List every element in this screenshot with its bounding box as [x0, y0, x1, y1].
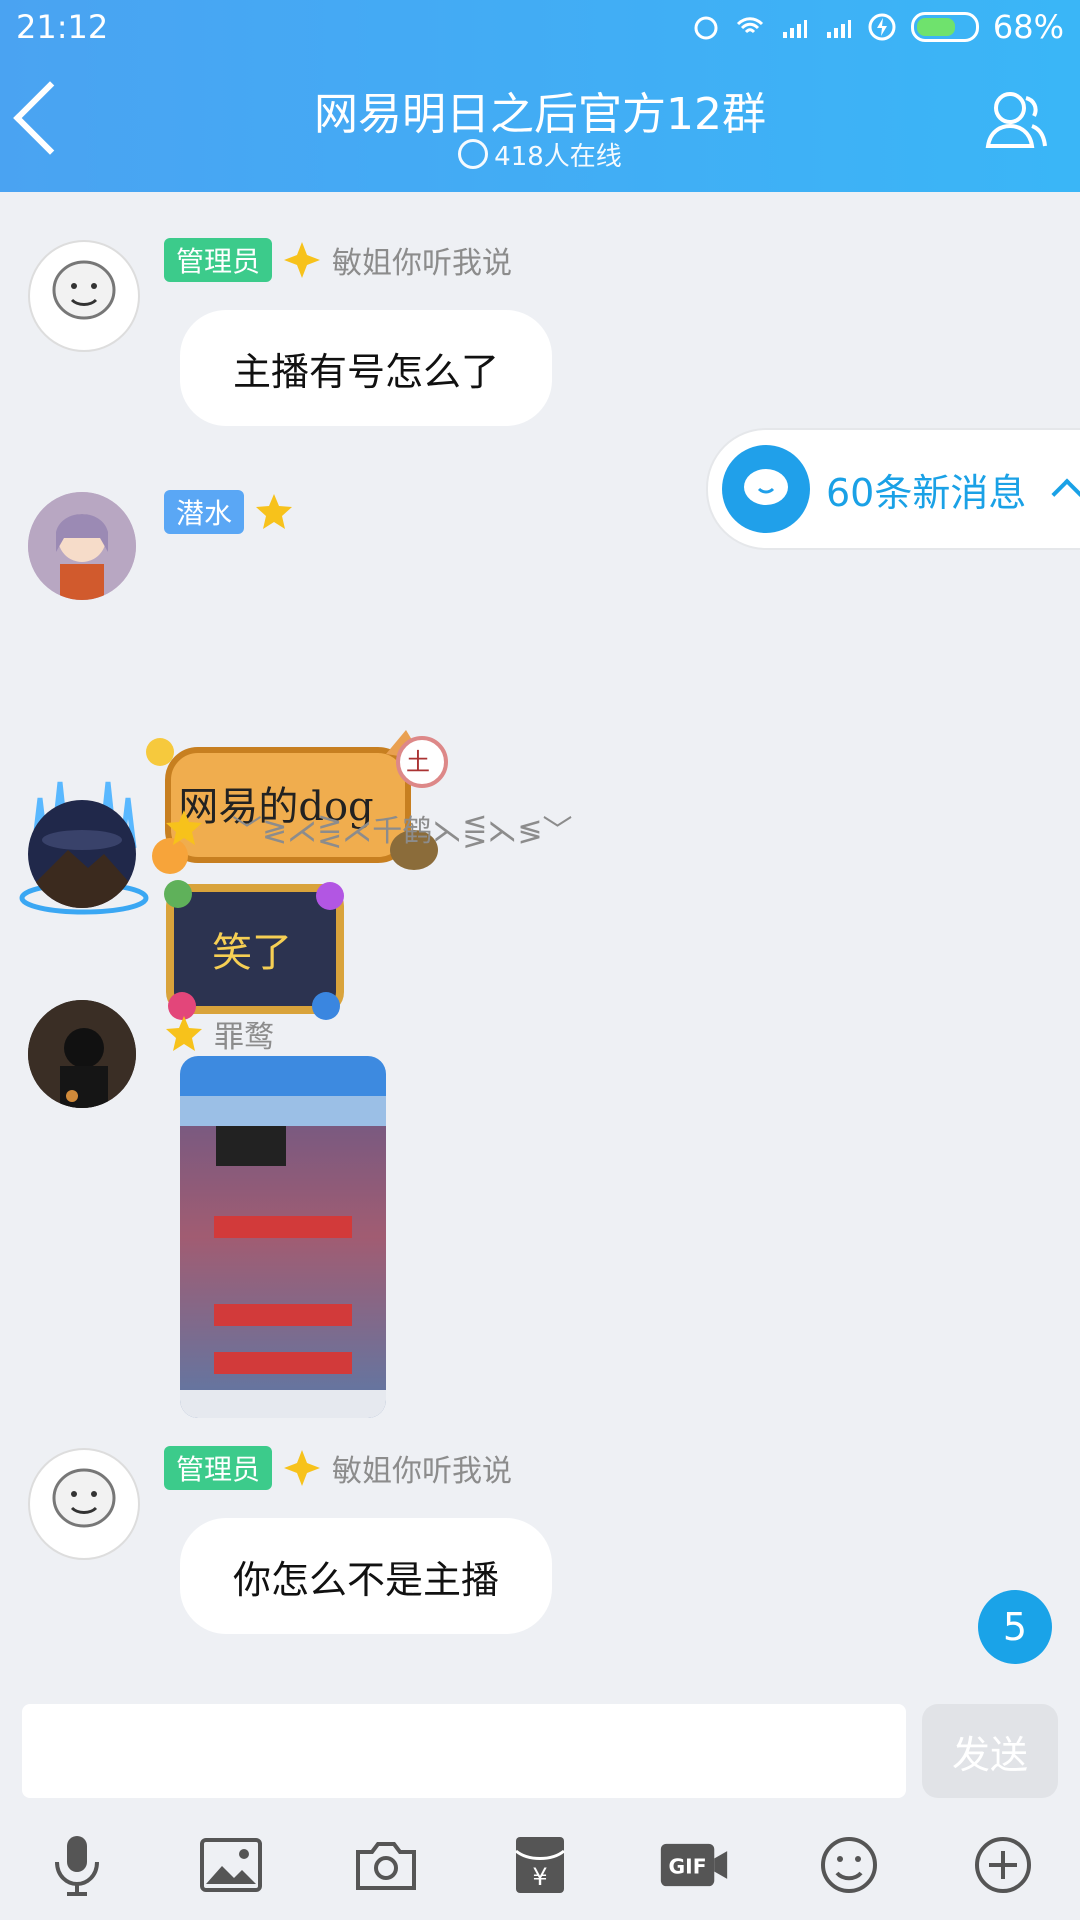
- sender-meta: 管理员 敏姐你听我说: [164, 1446, 512, 1490]
- online-icon: [458, 139, 489, 169]
- star-icon: [166, 810, 202, 845]
- avatar[interactable]: [28, 1000, 136, 1108]
- group-title: 网易明日之后官方12群: [314, 89, 766, 140]
- unread-count-badge[interactable]: 5: [978, 1590, 1052, 1664]
- status-time: 21:12: [16, 8, 109, 46]
- new-messages-pill[interactable]: 60条新消息: [706, 428, 1080, 550]
- message-bubble[interactable]: 你怎么不是主播: [180, 1518, 552, 1634]
- alarm-icon: [694, 16, 718, 40]
- chevron-up-icon: [1051, 478, 1080, 510]
- svg-text:¥: ¥: [532, 1863, 547, 1891]
- anime-avatar-icon: [28, 492, 136, 600]
- online-count: 418人在线: [0, 136, 1080, 173]
- send-button[interactable]: 发送: [922, 1704, 1058, 1798]
- chat-area[interactable]: 管理员 敏姐你听我说 主播有号怎么了 60条新消息 潜水 土 网易的dog ﹀≷…: [0, 192, 1080, 1700]
- sparkle-icon: [284, 242, 321, 278]
- laugh-sticker[interactable]: 笑了: [160, 874, 350, 1024]
- avatar[interactable]: [28, 800, 136, 908]
- gif-icon[interactable]: GIF: [659, 1830, 729, 1900]
- avatar[interactable]: [28, 1448, 140, 1560]
- battery-icon: [910, 12, 979, 42]
- avatar-face-icon: [52, 1468, 116, 1528]
- battery-percent: 68%: [992, 8, 1064, 46]
- message-bubble[interactable]: 主播有号怎么了: [180, 310, 552, 426]
- sender-meta: 罪鹜: [164, 1012, 274, 1056]
- screenshot-thumbnail: [180, 1126, 386, 1418]
- new-messages-label: 60条新消息: [826, 470, 1027, 515]
- chat-bubble-icon: [722, 445, 810, 533]
- message-input[interactable]: [22, 1704, 906, 1798]
- sender-name[interactable]: ﹀≷⋌⋛⋌千鹤⋋⋚⋋≶﹀: [232, 806, 573, 850]
- mic-icon[interactable]: [42, 1830, 112, 1900]
- plus-icon[interactable]: [968, 1830, 1038, 1900]
- sparkle-icon: [284, 1450, 321, 1486]
- signal-icon: [782, 20, 807, 38]
- image-message[interactable]: [180, 1056, 386, 1418]
- camera-icon[interactable]: [351, 1830, 421, 1900]
- sender-name[interactable]: 敏姐你听我说: [332, 1446, 512, 1490]
- role-tag: 管理员: [164, 1446, 273, 1490]
- sticker-text: 笑了: [212, 930, 292, 976]
- group-members-icon[interactable]: [982, 86, 1052, 156]
- sender-meta: 管理员 敏姐你听我说: [164, 238, 512, 282]
- svg-text:GIF: GIF: [669, 1854, 707, 1878]
- avatar-face-icon: [52, 260, 116, 320]
- avatar[interactable]: [28, 492, 136, 600]
- sender-meta: 潜水: [164, 490, 294, 534]
- chat-toolbar: ¥ GIF: [0, 1810, 1080, 1920]
- composer: 发送: [0, 1700, 1080, 1810]
- dark-avatar-icon: [28, 1000, 136, 1108]
- star-icon: [166, 1016, 202, 1051]
- avatar[interactable]: [28, 240, 140, 352]
- role-tag: 管理员: [164, 238, 273, 282]
- svg-text:土: 土: [406, 748, 430, 776]
- role-tag: 潜水: [164, 490, 245, 534]
- emoji-icon[interactable]: [814, 1830, 884, 1900]
- mountain-avatar-icon: [28, 800, 136, 908]
- image-icon[interactable]: [196, 1830, 266, 1900]
- status-icons: 68%: [691, 8, 1064, 46]
- online-label: 418人在线: [494, 142, 622, 172]
- sender-name[interactable]: 敏姐你听我说: [332, 238, 512, 282]
- star-icon: [256, 494, 293, 529]
- status-bar: 21:12 68%: [0, 0, 1080, 56]
- sender-name[interactable]: 罪鹜: [214, 1012, 274, 1056]
- chat-header: 21:12 68% 网易明日之后官方12群 418人在线: [0, 0, 1080, 192]
- charging-icon: [868, 13, 896, 41]
- sender-meta: ﹀≷⋌⋛⋌千鹤⋋⋚⋋≶﹀: [164, 806, 573, 850]
- wifi-icon: [736, 17, 763, 34]
- dog-sticker[interactable]: 土 网易的dog: [146, 724, 466, 884]
- red-packet-icon[interactable]: ¥: [505, 1830, 575, 1900]
- signal-icon: [826, 20, 851, 38]
